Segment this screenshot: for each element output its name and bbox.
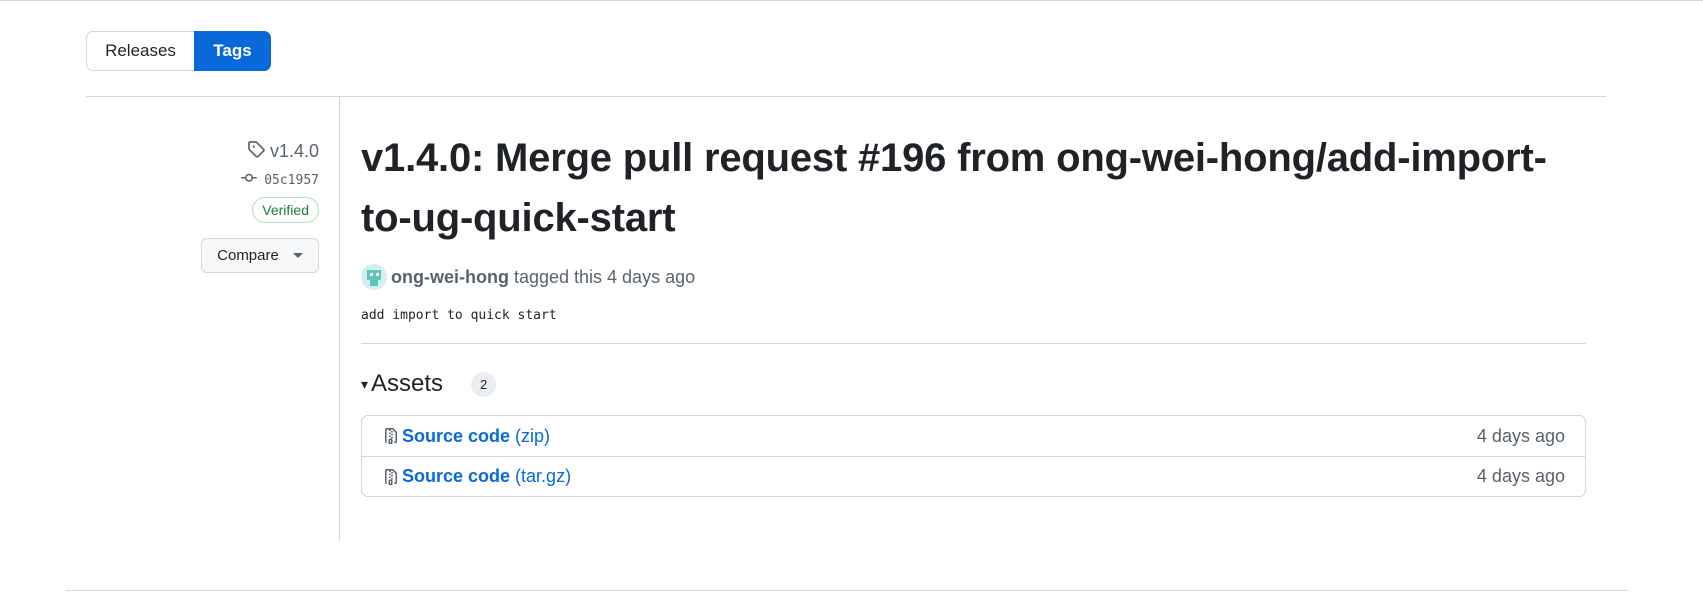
assets-count-badge: 2 [471, 371, 497, 397]
tab-releases[interactable]: Releases [86, 31, 194, 71]
release-main: v1.4.0: Merge pull request #196 from ong… [361, 128, 1586, 497]
release-title[interactable]: v1.4.0: Merge pull request #196 from ong… [361, 128, 1586, 248]
compare-button[interactable]: Compare [201, 238, 319, 273]
author-link[interactable]: ong-wei-hong [391, 267, 509, 288]
commit-link[interactable]: 05c1957 [240, 170, 319, 190]
tag-link[interactable]: v1.4.0 [247, 138, 319, 164]
verified-badge[interactable]: Verified [252, 197, 319, 223]
tag-label: v1.4.0 [269, 140, 319, 161]
release-sidebar: v1.4.0 05c1957 Verified Compare [201, 138, 319, 273]
commit-sha: 05c1957 [264, 172, 319, 188]
asset-date: 4 days ago [1476, 425, 1565, 446]
footer-divider [66, 590, 1628, 591]
releases-tags-toggle: Releases Tags [86, 31, 271, 71]
asset-link-tar-gz[interactable]: Source code [402, 466, 510, 487]
tagged-text: tagged this 4 days ago [513, 266, 696, 287]
asset-ext[interactable]: (zip) [515, 426, 550, 447]
sidebar-divider [339, 97, 340, 541]
assets-list: Source code (zip) 4 days ago Source code… [361, 415, 1586, 497]
tag-icon [247, 140, 265, 163]
top-border [0, 0, 1703, 1]
compare-label: Compare [217, 247, 279, 264]
asset-label: Source code [402, 466, 511, 486]
asset-row: Source code (zip) 4 days ago [362, 416, 1585, 456]
assets-title: Assets [371, 370, 444, 397]
disclosure-triangle-icon[interactable]: ▾ [361, 376, 368, 393]
asset-row: Source code (tar.gz) 4 days ago [362, 456, 1585, 496]
asset-date: 4 days ago [1476, 466, 1565, 486]
content-divider [361, 343, 1586, 344]
tab-tags[interactable]: Tags [194, 31, 271, 71]
git-commit-icon [240, 170, 258, 190]
file-zip-icon [383, 468, 399, 486]
release-description: add import to quick start [361, 308, 557, 323]
asset-label: Source code [402, 425, 511, 446]
triangle-down-icon [292, 253, 303, 258]
assets-summary[interactable]: ▾ Assets 2 [361, 370, 1586, 398]
release-byline: ong-wei-hong tagged this 4 days ago [361, 262, 1586, 292]
avatar[interactable] [361, 264, 387, 290]
file-zip-icon [383, 427, 399, 445]
asset-ext[interactable]: (tar.gz) [515, 466, 571, 487]
section-divider [86, 96, 1606, 97]
asset-link-zip[interactable]: Source code [402, 426, 510, 447]
